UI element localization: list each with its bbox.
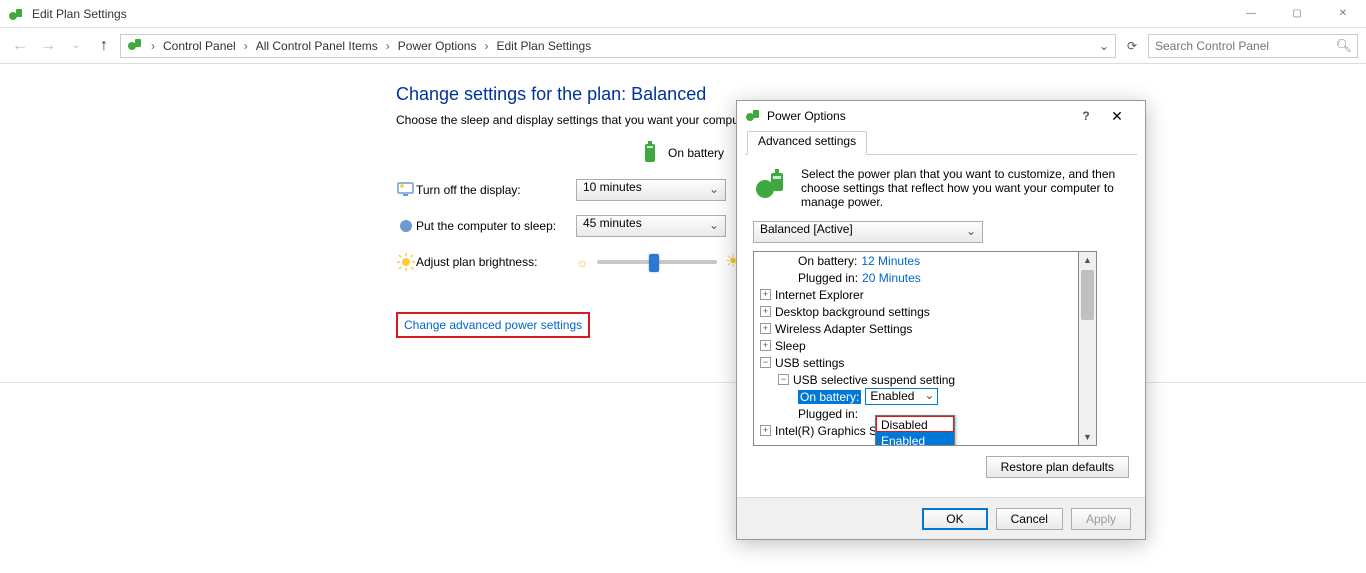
dialog-close-button[interactable]: ✕	[1097, 104, 1137, 128]
maximize-button[interactable]: ▢	[1274, 0, 1320, 28]
tree-row[interactable]: +Wireless Adapter Settings	[754, 320, 1078, 337]
display-timeout-dropdown[interactable]: 10 minutes	[576, 179, 726, 201]
main-content: Change settings for the plan: Balanced C…	[0, 64, 1366, 338]
breadcrumb-item[interactable]: Power Options	[398, 39, 477, 53]
dialog-icon	[745, 107, 761, 126]
collapse-icon[interactable]: −	[760, 357, 771, 368]
tree-scrollbar[interactable]: ▲ ▼	[1079, 251, 1097, 446]
address-icon	[127, 36, 143, 55]
scroll-up-icon[interactable]: ▲	[1079, 252, 1096, 268]
tree-row[interactable]: +Sleep	[754, 337, 1078, 354]
usb-plugged-in-dropdown-open[interactable]: Disabled Enabled	[875, 415, 955, 446]
usb-on-battery-dropdown[interactable]: Enabled	[865, 388, 938, 405]
dialog-footer: OK Cancel Apply	[737, 497, 1145, 539]
power-plan-icon	[753, 167, 789, 203]
breadcrumb-sep: ›	[240, 39, 252, 53]
window-title: Edit Plan Settings	[32, 7, 127, 21]
up-button[interactable]: ↑	[92, 34, 116, 58]
collapse-icon[interactable]: −	[778, 374, 789, 385]
brightness-slider[interactable]	[597, 260, 717, 264]
app-icon	[8, 6, 24, 22]
breadcrumb-sep: ›	[382, 39, 394, 53]
tree-row[interactable]: −USB settings	[754, 354, 1078, 371]
tree-row[interactable]: On battery: Enabled	[754, 388, 1078, 405]
address-bar[interactable]: › Control Panel › All Control Panel Item…	[120, 34, 1116, 58]
restore-defaults-button[interactable]: Restore plan defaults	[986, 456, 1129, 478]
sleep-timeout-dropdown[interactable]: 45 minutes	[576, 215, 726, 237]
expand-icon[interactable]: +	[760, 340, 771, 351]
tree-row[interactable]: On battery:12 Minutes	[754, 252, 1078, 269]
recent-button[interactable]: ⌄	[64, 34, 88, 58]
advanced-link-highlight: Change advanced power settings	[396, 312, 590, 338]
dialog-description: Select the power plan that you want to c…	[801, 167, 1129, 209]
forward-button[interactable]: →	[36, 34, 60, 58]
address-dropdown-icon[interactable]: ⌄	[1099, 39, 1109, 53]
cancel-button[interactable]: Cancel	[996, 508, 1063, 530]
dropdown-option-enabled[interactable]: Enabled	[876, 432, 954, 446]
breadcrumb-item[interactable]: All Control Panel Items	[256, 39, 378, 53]
display-icon	[396, 180, 416, 200]
breadcrumb-item[interactable]: Edit Plan Settings	[496, 39, 591, 53]
dropdown-option-disabled[interactable]: Disabled	[876, 416, 954, 432]
apply-button[interactable]: Apply	[1071, 508, 1131, 530]
advanced-settings-link[interactable]: Change advanced power settings	[404, 318, 582, 332]
slider-thumb[interactable]	[649, 254, 659, 272]
breadcrumb-sep: ›	[480, 39, 492, 53]
search-icon: 🔍︎	[1335, 38, 1352, 54]
scroll-down-icon[interactable]: ▼	[1079, 429, 1096, 445]
brightness-label: Adjust plan brightness:	[416, 255, 576, 269]
brightness-icon	[396, 252, 416, 272]
expand-icon[interactable]: +	[760, 425, 771, 436]
sleep-icon	[396, 216, 416, 236]
selected-setting-label: On battery:	[798, 390, 861, 404]
breadcrumb-sep: ›	[147, 39, 159, 53]
sun-low-icon: ☼	[576, 254, 589, 270]
close-button[interactable]: ✕	[1320, 0, 1366, 28]
tree-row[interactable]: Plugged in:20 Minutes	[754, 269, 1078, 286]
battery-icon	[640, 141, 660, 165]
tree-row[interactable]: +Internet Explorer	[754, 286, 1078, 303]
scroll-thumb[interactable]	[1081, 270, 1094, 320]
tab-advanced-settings[interactable]: Advanced settings	[747, 131, 867, 155]
expand-icon[interactable]: +	[760, 306, 771, 317]
dialog-tabs: Advanced settings	[745, 131, 1137, 155]
window-titlebar: Edit Plan Settings — ▢ ✕	[0, 0, 1366, 28]
power-plan-dropdown[interactable]: Balanced [Active]	[753, 221, 983, 243]
breadcrumb-item[interactable]: Control Panel	[163, 39, 236, 53]
expand-icon[interactable]: +	[760, 323, 771, 334]
tree-row[interactable]: −USB selective suspend setting	[754, 371, 1078, 388]
tree-row[interactable]: +Desktop background settings	[754, 303, 1078, 320]
column-header-battery: On battery	[668, 146, 724, 160]
sleep-label: Put the computer to sleep:	[416, 219, 576, 233]
dialog-title: Power Options	[767, 109, 846, 123]
power-options-dialog: Power Options ? ✕ Advanced settings Sele…	[736, 100, 1146, 540]
display-label: Turn off the display:	[416, 183, 576, 197]
minimize-button[interactable]: —	[1228, 0, 1274, 28]
settings-tree[interactable]: On battery:12 Minutes Plugged in:20 Minu…	[753, 251, 1079, 446]
help-button[interactable]: ?	[1075, 109, 1097, 123]
expand-icon[interactable]: +	[760, 289, 771, 300]
ok-button[interactable]: OK	[922, 508, 987, 530]
dialog-titlebar: Power Options ? ✕	[737, 101, 1145, 131]
back-button[interactable]: ←	[8, 34, 32, 58]
content-divider	[0, 382, 1366, 383]
search-input[interactable]	[1148, 34, 1358, 58]
refresh-button[interactable]: ⟳	[1120, 34, 1144, 58]
nav-bar: ← → ⌄ ↑ › Control Panel › All Control Pa…	[0, 28, 1366, 64]
